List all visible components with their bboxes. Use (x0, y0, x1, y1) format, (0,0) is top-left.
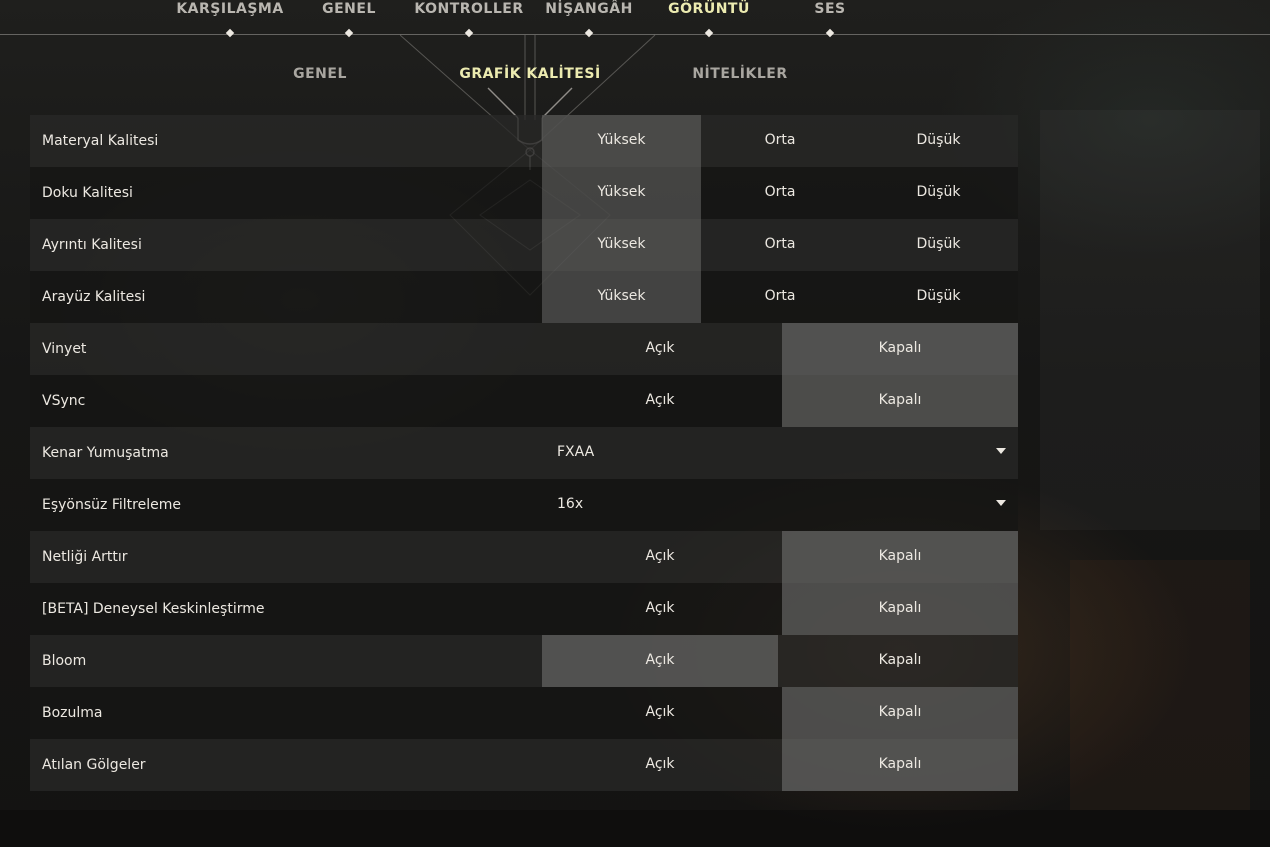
setting-label: Netliği Arttır (42, 549, 128, 565)
option-orta[interactable]: Orta (701, 271, 859, 323)
background-shape (0, 810, 1270, 847)
option-yuksek[interactable]: Yüksek (542, 271, 701, 323)
option-yuksek[interactable]: Yüksek (542, 219, 701, 271)
setting-row-netligi-arttir: Netliği Arttır Açık Kapalı (30, 531, 1018, 583)
background-shape (1070, 560, 1250, 810)
option-dusuk[interactable]: Düşük (859, 115, 1018, 167)
setting-label: Doku Kalitesi (42, 185, 133, 201)
option-acik[interactable]: Açık (542, 739, 778, 791)
setting-row-kenar-yumusatma: Kenar Yumuşatma FXAA (30, 427, 1018, 479)
setting-label: Vinyet (42, 341, 87, 357)
tab-ses[interactable]: SES (760, 0, 900, 18)
setting-row-esyonsuz-filtreleme: Eşyönsüz Filtreleme 16x (30, 479, 1018, 531)
nav-dot-indicator (464, 28, 474, 38)
option-yuksek[interactable]: Yüksek (542, 167, 701, 219)
option-kapali[interactable]: Kapalı (782, 531, 1018, 583)
chevron-down-icon (996, 448, 1006, 454)
option-kapali[interactable]: Kapalı (782, 323, 1018, 375)
setting-label: Bozulma (42, 705, 103, 721)
option-acik[interactable]: Açık (542, 323, 778, 375)
setting-row-vsync: VSync Açık Kapalı (30, 375, 1018, 427)
setting-row-atilan-golgeler: Atılan Gölgeler Açık Kapalı (30, 739, 1018, 791)
anti-aliasing-dropdown[interactable]: FXAA (542, 427, 1018, 479)
option-kapali[interactable]: Kapalı (782, 687, 1018, 739)
tab-kontroller[interactable]: KONTROLLER (399, 0, 539, 18)
option-kapali[interactable]: Kapalı (782, 583, 1018, 635)
setting-row-vinyet: Vinyet Açık Kapalı (30, 323, 1018, 375)
option-orta[interactable]: Orta (701, 167, 859, 219)
background-shape (1040, 110, 1260, 530)
nav-dot-indicator (225, 28, 235, 38)
option-dusuk[interactable]: Düşük (859, 271, 1018, 323)
dropdown-value: FXAA (557, 444, 595, 460)
option-acik[interactable]: Açık (542, 635, 778, 687)
settings-table: Materyal Kalitesi Yüksek Orta Düşük Doku… (30, 115, 1018, 791)
setting-label: Materyal Kalitesi (42, 133, 159, 149)
anisotropic-filtering-dropdown[interactable]: 16x (542, 479, 1018, 531)
nav-divider (0, 34, 1270, 35)
option-kapali[interactable]: Kapalı (782, 635, 1018, 687)
dropdown-value: 16x (557, 496, 584, 512)
top-navigation: KARŞILAŞMA GENEL KONTROLLER NİŞANGÂH GÖR… (0, 0, 1270, 38)
setting-label: [BETA] Deneysel Keskinleştirme (42, 601, 265, 617)
option-orta[interactable]: Orta (701, 219, 859, 271)
tab-goruntu[interactable]: GÖRÜNTÜ (639, 0, 779, 18)
option-acik[interactable]: Açık (542, 583, 778, 635)
setting-row-doku-kalitesi: Doku Kalitesi Yüksek Orta Düşük (30, 167, 1018, 219)
nav-dot-indicator (825, 28, 835, 38)
option-acik[interactable]: Açık (542, 375, 778, 427)
option-orta[interactable]: Orta (701, 115, 859, 167)
setting-row-materyal-kalitesi: Materyal Kalitesi Yüksek Orta Düşük (30, 115, 1018, 167)
tab-genel[interactable]: GENEL (279, 0, 419, 18)
option-acik[interactable]: Açık (542, 531, 778, 583)
setting-label: Eşyönsüz Filtreleme (42, 497, 181, 513)
setting-label: Atılan Gölgeler (42, 757, 146, 773)
subtab-grafik-kalitesi[interactable]: GRAFİK KALİTESİ (450, 66, 610, 82)
chevron-down-icon (996, 500, 1006, 506)
option-kapali[interactable]: Kapalı (782, 739, 1018, 791)
setting-label: VSync (42, 393, 86, 409)
subtab-nitelikler[interactable]: NİTELİKLER (660, 66, 820, 82)
setting-row-bloom: Bloom Açık Kapalı (30, 635, 1018, 687)
setting-label: Bloom (42, 653, 87, 669)
option-kapali[interactable]: Kapalı (782, 375, 1018, 427)
setting-row-bozulma: Bozulma Açık Kapalı (30, 687, 1018, 739)
nav-dot-indicator (584, 28, 594, 38)
setting-label: Kenar Yumuşatma (42, 445, 169, 461)
nav-dot-indicator (344, 28, 354, 38)
setting-label: Ayrıntı Kalitesi (42, 237, 142, 253)
setting-row-deneysel-keskinlestirme: [BETA] Deneysel Keskinleştirme Açık Kapa… (30, 583, 1018, 635)
setting-row-arayuz-kalitesi: Arayüz Kalitesi Yüksek Orta Düşük (30, 271, 1018, 323)
nav-dot-indicator (704, 28, 714, 38)
tab-nisangah[interactable]: NİŞANGÂH (519, 0, 659, 18)
subtab-genel[interactable]: GENEL (240, 66, 400, 82)
option-dusuk[interactable]: Düşük (859, 219, 1018, 271)
setting-label: Arayüz Kalitesi (42, 289, 146, 305)
option-acik[interactable]: Açık (542, 687, 778, 739)
option-dusuk[interactable]: Düşük (859, 167, 1018, 219)
setting-row-ayrinti-kalitesi: Ayrıntı Kalitesi Yüksek Orta Düşük (30, 219, 1018, 271)
option-yuksek[interactable]: Yüksek (542, 115, 701, 167)
